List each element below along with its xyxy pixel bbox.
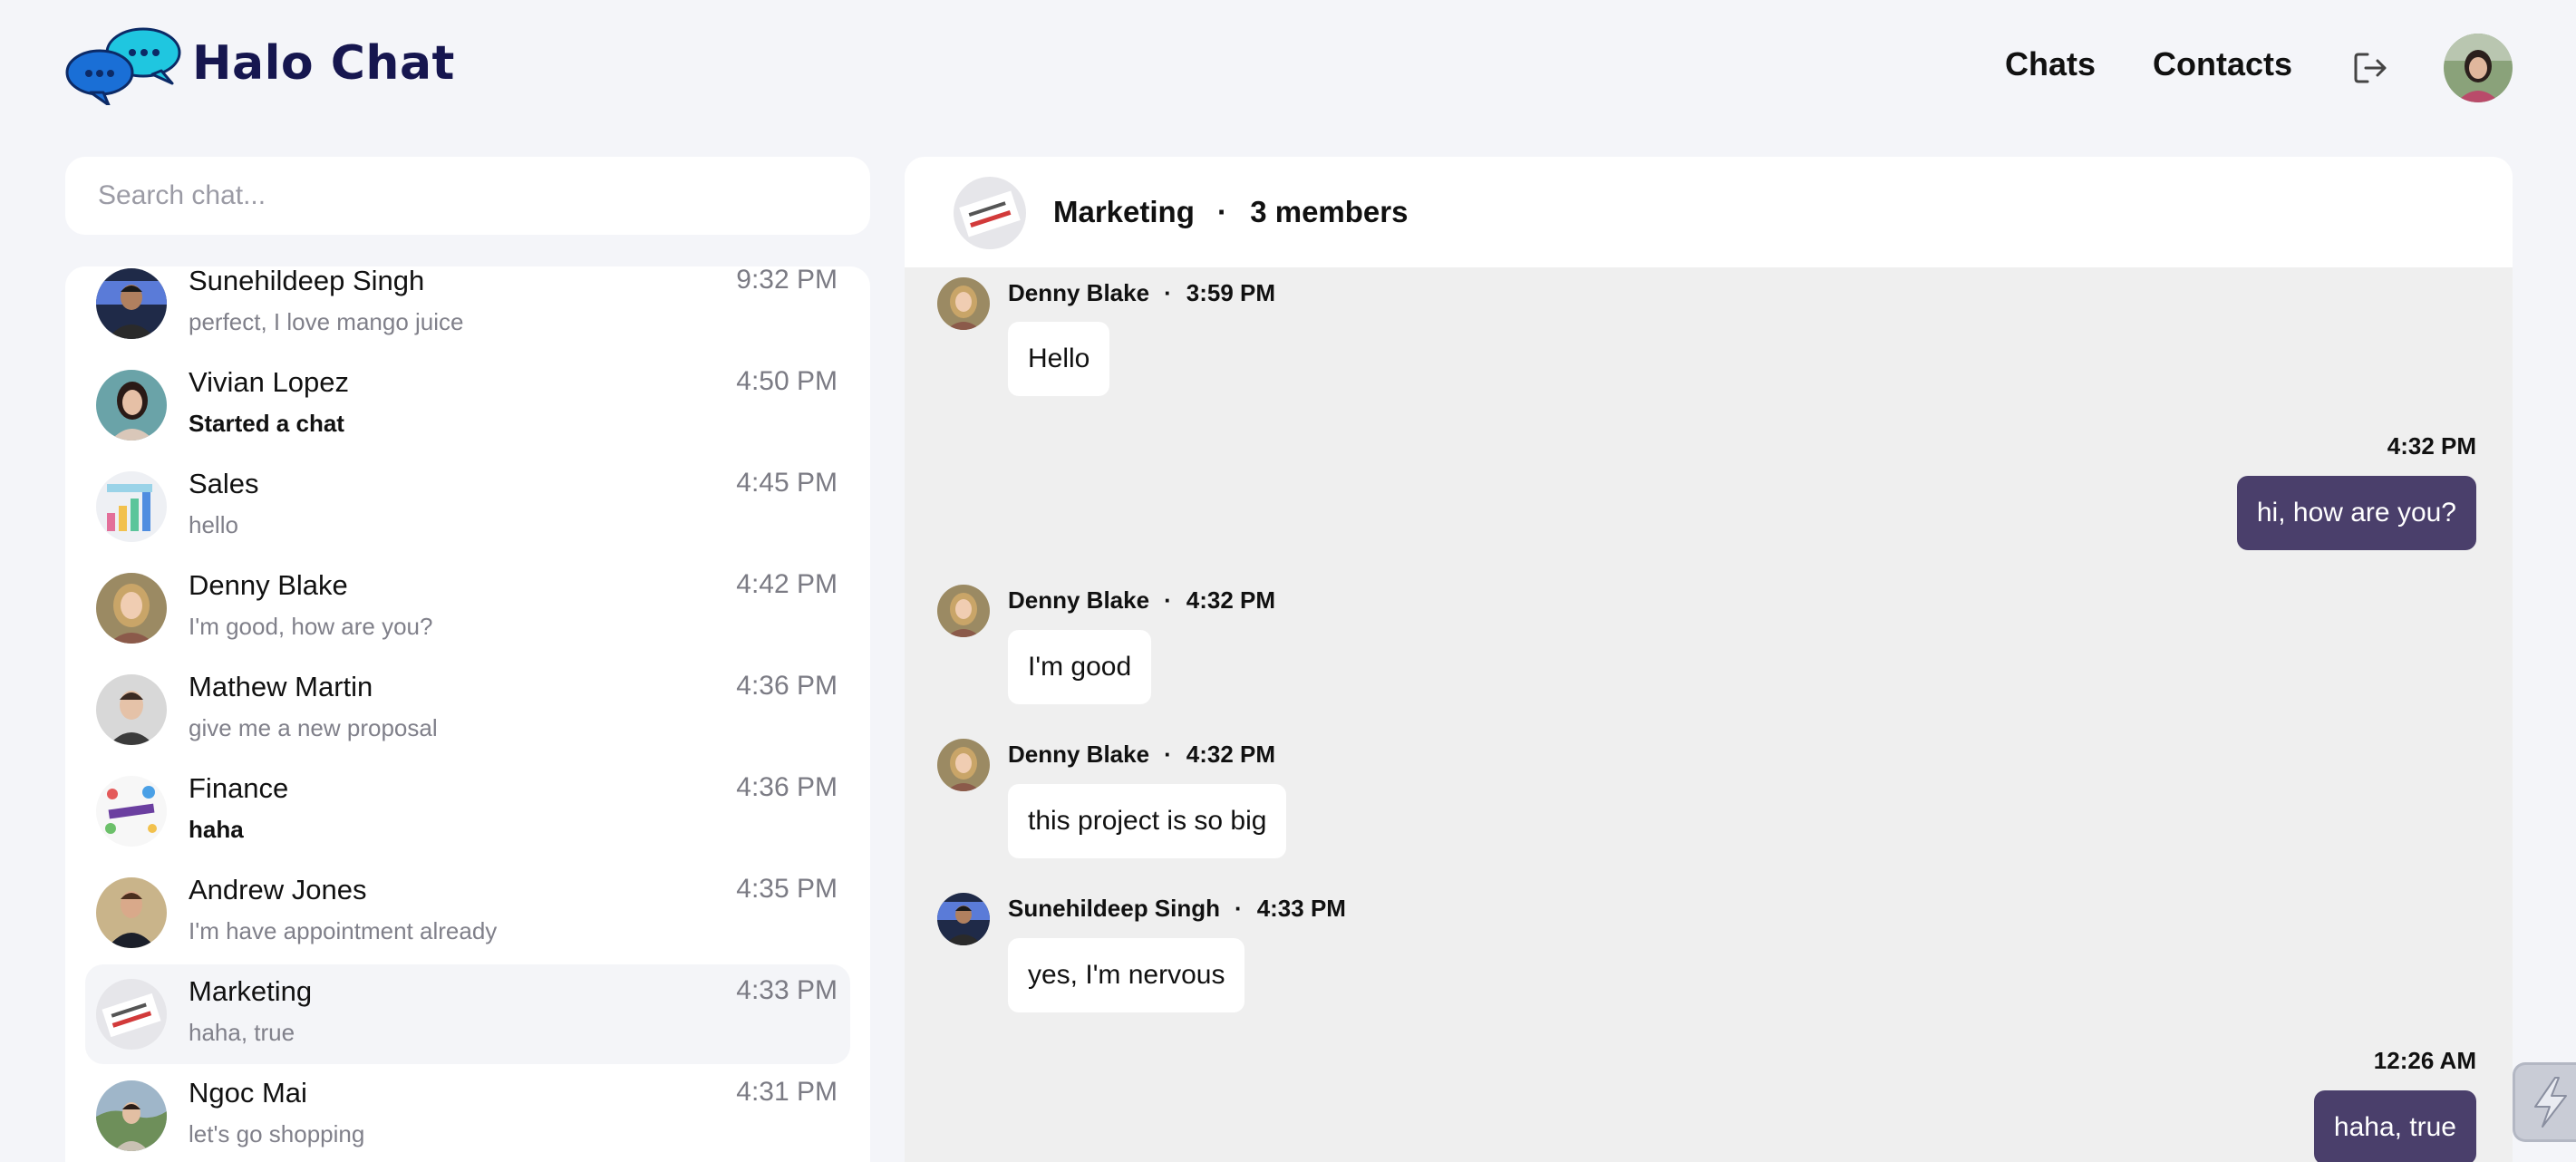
message-time: 4:32 PM — [1186, 741, 1276, 768]
chat-time: 4:50 PM — [736, 366, 838, 396]
chat-list-item-active[interactable]: Marketing 4:33 PM haha, true — [85, 964, 850, 1064]
sender-name: Sunehildeep Singh — [1008, 895, 1221, 922]
brand-name: Halo Chat — [192, 36, 455, 91]
meta-separator: · — [1164, 741, 1172, 768]
contact-avatar — [96, 674, 167, 745]
chat-preview: give me a new proposal — [189, 714, 438, 741]
chat-bubbles-logo-icon — [65, 27, 181, 105]
chat-preview: haha — [189, 816, 244, 843]
chat-time: 4:36 PM — [736, 772, 838, 802]
incoming-message-bubble: Hello — [1008, 322, 1110, 396]
sender-name: Denny Blake — [1008, 586, 1150, 614]
user-avatar[interactable] — [2444, 34, 2513, 102]
chat-list-item[interactable]: Mathew Martin 4:36 PM give me a new prop… — [85, 660, 850, 760]
incoming-message-bubble: yes, I'm nervous — [1008, 938, 1245, 1012]
chat-time: 4:35 PM — [736, 874, 838, 904]
chat-time: 4:42 PM — [736, 569, 838, 599]
message-meta: Sunehildeep Singh · 4:33 PM — [1008, 895, 1346, 923]
outgoing-message-bubble: haha, true — [2313, 1090, 2476, 1162]
meta-separator: · — [1164, 279, 1172, 306]
chat-name: Sales — [189, 468, 259, 499]
outgoing-message-bubble: hi, how are you? — [2236, 476, 2476, 550]
chat-preview: perfect, I love mango juice — [189, 308, 464, 335]
chat-name: Ngoc Mai — [189, 1077, 307, 1109]
conversation-title: Marketing · 3 members — [1053, 195, 1408, 229]
message-thread: Denny Blake · 3:59 PM Hello 4:32 PM hi, ho… — [905, 267, 2513, 1162]
group-avatar — [96, 979, 167, 1050]
search-chat-input[interactable] — [65, 157, 870, 235]
meta-separator: · — [1164, 586, 1172, 614]
chat-time: 4:36 PM — [736, 671, 838, 701]
chat-time: 4:31 PM — [736, 1077, 838, 1107]
meta-separator: · — [1235, 895, 1243, 922]
group-name: Marketing — [1053, 195, 1195, 228]
chat-time: 4:45 PM — [736, 468, 838, 498]
sender-avatar[interactable] — [937, 277, 990, 330]
chat-list-item[interactable]: Denny Blake 4:42 PM I'm good, how are yo… — [85, 558, 850, 658]
message-time: 4:33 PM — [1256, 895, 1346, 922]
group-avatar — [96, 776, 167, 847]
chat-time: 4:33 PM — [736, 975, 838, 1005]
incoming-message-bubble: this project is so big — [1008, 784, 1287, 858]
sender-avatar[interactable] — [937, 739, 990, 791]
chat-time: 9:32 PM — [736, 266, 838, 295]
chat-list-item[interactable]: Ngoc Mai 4:31 PM let's go shopping — [85, 1066, 850, 1162]
conversation-header: Marketing · 3 members — [905, 157, 2513, 267]
message-time: 12:26 AM — [2373, 1047, 2476, 1074]
message-time: 4:32 PM — [2387, 432, 2476, 460]
chat-preview: I'm have appointment already — [189, 917, 498, 944]
message-meta: Denny Blake · 4:32 PM — [1008, 741, 1275, 769]
chat-list-item[interactable]: Vivian Lopez 4:50 PM Started a chat — [85, 355, 850, 455]
chat-name: Denny Blake — [189, 569, 348, 601]
chat-name: Sunehildeep Singh — [189, 266, 425, 296]
chat-name: Finance — [189, 772, 289, 804]
chat-preview: haha, true — [189, 1019, 295, 1046]
sender-avatar[interactable] — [937, 893, 990, 945]
logout-icon[interactable] — [2353, 51, 2387, 85]
contact-avatar — [96, 268, 167, 339]
chat-preview: Started a chat — [189, 410, 344, 437]
contact-avatar — [96, 1080, 167, 1151]
group-avatar — [96, 471, 167, 542]
title-separator: · — [1217, 195, 1228, 228]
chat-list-item[interactable]: Sales 4:45 PM hello — [85, 457, 850, 557]
top-header: Halo Chat Chats Contacts — [0, 0, 2576, 136]
lightning-icon — [2534, 1077, 2567, 1128]
sender-name: Denny Blake — [1008, 741, 1150, 768]
chat-list-item[interactable]: Sunehildeep Singh 9:32 PM perfect, I lov… — [85, 266, 850, 353]
chat-name: Vivian Lopez — [189, 366, 349, 398]
contact-avatar — [96, 877, 167, 948]
message-time: 3:59 PM — [1186, 279, 1276, 306]
sender-avatar[interactable] — [937, 585, 990, 637]
group-avatar[interactable] — [954, 177, 1026, 249]
message-meta: Denny Blake · 3:59 PM — [1008, 279, 1275, 307]
chat-preview: I'm good, how are you? — [189, 613, 433, 640]
chat-name: Marketing — [189, 975, 313, 1007]
nav-chats-link[interactable]: Chats — [2005, 45, 2096, 83]
message-meta: Denny Blake · 4:32 PM — [1008, 586, 1275, 615]
sender-name: Denny Blake — [1008, 279, 1150, 306]
chat-preview: let's go shopping — [189, 1120, 365, 1147]
incoming-message-bubble: I'm good — [1008, 630, 1152, 704]
nav-contacts-link[interactable]: Contacts — [2153, 45, 2292, 83]
message-time: 4:32 PM — [1186, 586, 1276, 614]
chat-preview: hello — [189, 511, 238, 538]
floating-widget-button[interactable] — [2513, 1062, 2576, 1142]
member-count[interactable]: 3 members — [1250, 195, 1408, 228]
contact-avatar — [96, 370, 167, 441]
chat-name: Mathew Martin — [189, 671, 373, 702]
chat-name: Andrew Jones — [189, 874, 367, 905]
contact-avatar — [96, 573, 167, 644]
chat-list-item[interactable]: Andrew Jones 4:35 PM I'm have appointmen… — [85, 863, 850, 963]
chat-list-item[interactable]: Finance 4:36 PM haha — [85, 761, 850, 861]
chat-list: Sunehildeep Singh 9:32 PM perfect, I lov… — [65, 266, 870, 1162]
